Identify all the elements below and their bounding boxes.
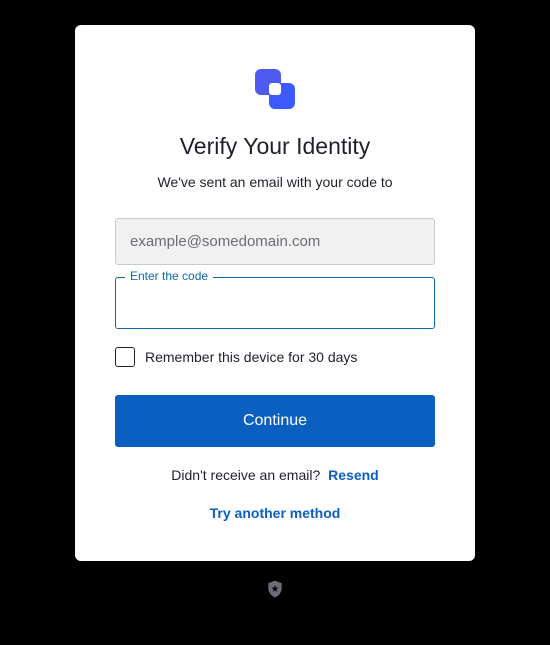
code-input-label: Enter the code: [125, 269, 213, 283]
resend-link[interactable]: Resend: [328, 467, 379, 483]
remember-device-row: Remember this device for 30 days: [115, 347, 435, 367]
continue-button[interactable]: Continue: [115, 395, 435, 447]
page-title: Verify Your Identity: [115, 133, 435, 160]
shield-star-icon: [265, 579, 285, 599]
verify-identity-card: Verify Your Identity We've sent an email…: [75, 25, 475, 561]
code-field-wrap: Enter the code: [115, 277, 435, 329]
footer-badge: [265, 579, 285, 604]
try-another-method-link[interactable]: Try another method: [115, 505, 435, 521]
code-input[interactable]: [115, 277, 435, 329]
remember-device-label: Remember this device for 30 days: [145, 349, 357, 365]
logo: [115, 69, 435, 109]
email-display: example@somedomain.com: [115, 218, 435, 265]
remember-device-checkbox[interactable]: [115, 347, 135, 367]
subtitle-text: We've sent an email with your code to: [115, 174, 435, 190]
brand-logo-icon: [251, 69, 299, 109]
resend-prompt: Didn't receive an email?: [171, 467, 320, 483]
resend-row: Didn't receive an email? Resend: [115, 467, 435, 483]
